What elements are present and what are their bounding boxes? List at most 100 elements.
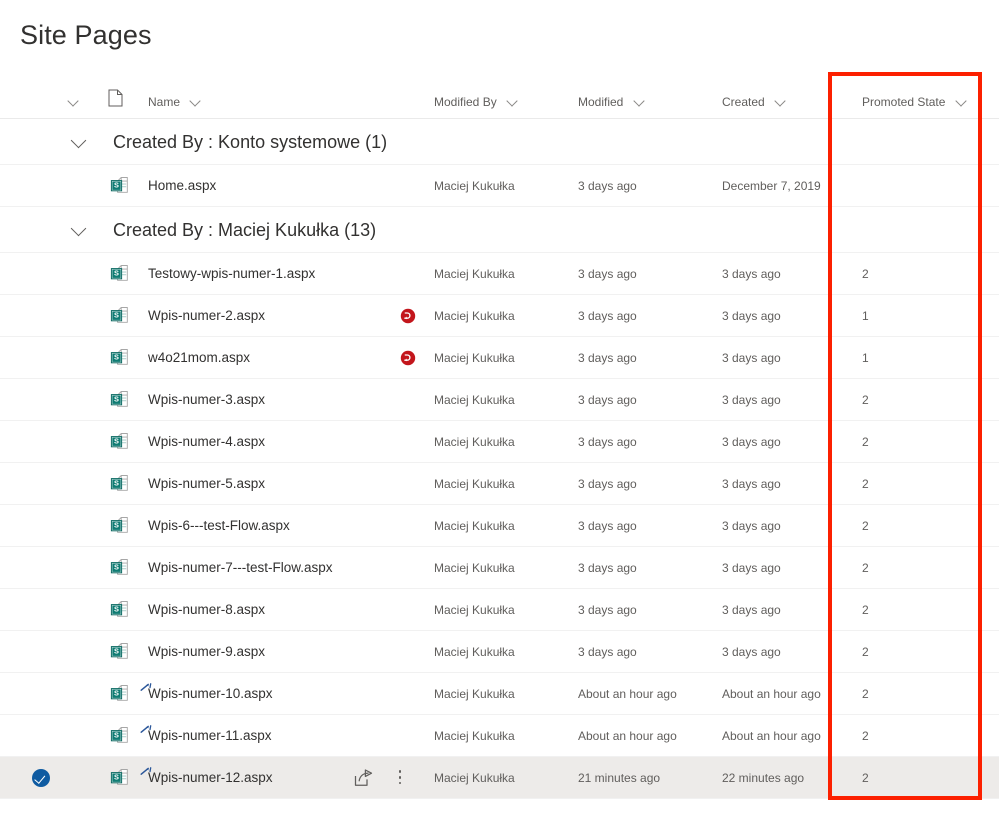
chevron-down-icon[interactable] <box>72 134 88 150</box>
svg-text:S: S <box>114 181 119 190</box>
share-icon[interactable] <box>354 769 373 787</box>
column-header-modified-by-label: Modified By <box>434 95 497 109</box>
sharepoint-page-icon: S <box>110 517 128 533</box>
row-file-name[interactable]: Wpis-numer-2.aspx <box>148 295 398 337</box>
group-header-label: Created By : Maciej Kukułka (13) <box>113 220 377 240</box>
chevron-down-icon <box>68 96 79 107</box>
column-header-modified-by[interactable]: Modified By <box>434 86 574 119</box>
row-created: 3 days ago <box>722 309 781 323</box>
row-modified-by: Maciej Kukułka <box>434 309 515 323</box>
svg-text:S: S <box>114 521 119 530</box>
sharepoint-page-icon: S <box>110 391 128 407</box>
table-row[interactable]: S Wpis-6---test-Flow.aspx Maciej Kukułka 3 … <box>0 505 999 547</box>
chevron-down-icon[interactable] <box>72 222 88 238</box>
row-file-name[interactable]: Wpis-6---test-Flow.aspx <box>148 505 398 547</box>
list-header-row: Name Modified By Modified Created Promot… <box>0 86 999 119</box>
row-modified: About an hour ago <box>578 687 677 701</box>
group-header-row[interactable]: Created By : Maciej Kukułka (13) <box>0 207 999 253</box>
row-file-name[interactable]: Wpis-numer-4.aspx <box>148 421 398 463</box>
row-file-name[interactable]: Wpis-numer-8.aspx <box>148 589 398 631</box>
row-promoted-state: 2 <box>862 603 869 617</box>
row-modified: 3 days ago <box>578 519 637 533</box>
site-pages-list: Name Modified By Modified Created Promot… <box>0 86 999 799</box>
sharepoint-page-icon: S <box>110 307 128 323</box>
row-modified-by: Maciej Kukułka <box>434 771 515 785</box>
table-row[interactable]: S Wpis-numer-11.aspx Maciej Kukułka About a… <box>0 715 999 757</box>
table-row[interactable]: S Wpis-numer-7---test-Flow.aspx Maciej Kuk… <box>0 547 999 589</box>
table-row[interactable]: S Wpis-numer-9.aspx Maciej Kukułka 3 days a… <box>0 631 999 673</box>
row-file-name[interactable]: Wpis-numer-9.aspx <box>148 631 398 673</box>
row-promoted-state: 1 <box>862 351 869 365</box>
svg-text:S: S <box>114 647 119 656</box>
svg-text:S: S <box>114 731 119 740</box>
row-modified: 3 days ago <box>578 179 637 193</box>
row-file-name[interactable]: Wpis-numer-5.aspx <box>148 463 398 505</box>
row-modified-by: Maciej Kukułka <box>434 393 515 407</box>
select-all-chevron-icon[interactable] <box>68 86 98 119</box>
column-header-modified[interactable]: Modified <box>578 86 718 119</box>
chevron-down-icon <box>775 96 786 107</box>
table-row[interactable]: S Wpis-numer-4.aspx Maciej Kukułka 3 days a… <box>0 421 999 463</box>
column-header-modified-label: Modified <box>578 95 624 109</box>
sharepoint-page-icon: S <box>110 685 128 701</box>
svg-text:S: S <box>114 311 119 320</box>
column-header-created[interactable]: Created <box>722 86 862 119</box>
sharepoint-page-icon: S <box>110 433 128 449</box>
row-file-name[interactable]: w4o21mom.aspx <box>148 337 398 379</box>
row-modified: 3 days ago <box>578 561 637 575</box>
row-created: About an hour ago <box>722 729 821 743</box>
row-modified: 21 minutes ago <box>578 771 661 785</box>
red-status-icon[interactable] <box>400 350 416 366</box>
svg-text:S: S <box>114 269 119 278</box>
chevron-down-icon <box>956 96 967 107</box>
table-row[interactable]: S Wpis-numer-2.aspx Maciej Kukułka 3 days a… <box>0 295 999 337</box>
row-modified-by: Maciej Kukułka <box>434 477 515 491</box>
row-file-name[interactable]: Wpis-numer-7---test-Flow.aspx <box>148 547 398 589</box>
table-row[interactable]: S Wpis-numer-8.aspx Maciej Kukułka 3 days a… <box>0 589 999 631</box>
table-row[interactable]: S Wpis-numer-10.aspx Maciej Kukułka About a… <box>0 673 999 715</box>
row-promoted-state: 2 <box>862 561 869 575</box>
row-modified: 3 days ago <box>578 645 637 659</box>
row-created: About an hour ago <box>722 687 821 701</box>
sharepoint-page-icon: S <box>110 349 128 365</box>
row-modified-by: Maciej Kukułka <box>434 645 515 659</box>
column-header-promoted-state[interactable]: Promoted State <box>862 86 982 119</box>
row-file-name[interactable]: Testowy-wpis-numer-1.aspx <box>148 253 398 295</box>
row-modified-by: Maciej Kukułka <box>434 603 515 617</box>
row-file-name[interactable]: Wpis-numer-3.aspx <box>148 379 398 421</box>
group-header-row[interactable]: Created By : Konto systemowe (1) <box>0 119 999 165</box>
row-selection-checkbox[interactable] <box>32 769 50 787</box>
column-header-name[interactable]: Name <box>148 86 398 119</box>
more-actions-icon[interactable] <box>392 767 408 789</box>
table-row[interactable]: S Wpis-numer-3.aspx Maciej Kukułka 3 days a… <box>0 379 999 421</box>
table-row[interactable]: S Testowy-wpis-numer-1.aspx Maciej Kukułka… <box>0 253 999 295</box>
row-promoted-state: 2 <box>862 393 869 407</box>
row-modified-by: Maciej Kukułka <box>434 351 515 365</box>
file-type-column-header[interactable] <box>108 86 138 119</box>
row-modified-by: Maciej Kukułka <box>434 729 515 743</box>
table-row[interactable]: S Wpis-numer-12.aspx Maciej Kukułka 21 minu… <box>0 757 999 799</box>
chevron-down-icon <box>507 96 518 107</box>
row-modified: About an hour ago <box>578 729 677 743</box>
row-created: 3 days ago <box>722 393 781 407</box>
sharepoint-page-icon: S <box>110 727 128 743</box>
row-promoted-state: 2 <box>862 477 869 491</box>
row-modified-by: Maciej Kukułka <box>434 519 515 533</box>
row-created: 3 days ago <box>722 351 781 365</box>
table-row[interactable]: S Wpis-numer-5.aspx Maciej Kukułka 3 days a… <box>0 463 999 505</box>
column-header-created-label: Created <box>722 95 765 109</box>
row-created: 3 days ago <box>722 519 781 533</box>
page-title: Site Pages <box>20 20 152 50</box>
row-created: 3 days ago <box>722 603 781 617</box>
row-modified: 3 days ago <box>578 309 637 323</box>
table-row[interactable]: Sw4o21mom.aspx Maciej Kukułka 3 days ago 3 … <box>0 337 999 379</box>
row-created: December 7, 2019 <box>722 179 821 193</box>
table-row[interactable]: S Home.aspx Maciej Kukułka 3 days ago Decemb… <box>0 165 999 207</box>
list-body: Created By : Konto systemowe (1) S Home.as… <box>0 119 999 799</box>
row-file-name[interactable]: Wpis-numer-11.aspx <box>148 715 398 757</box>
sharepoint-page-icon: S <box>110 769 128 785</box>
row-file-name[interactable]: Home.aspx <box>148 165 398 207</box>
red-status-icon[interactable] <box>400 308 416 324</box>
row-file-name[interactable]: Wpis-numer-10.aspx <box>148 673 398 715</box>
row-promoted-state: 2 <box>862 267 869 281</box>
